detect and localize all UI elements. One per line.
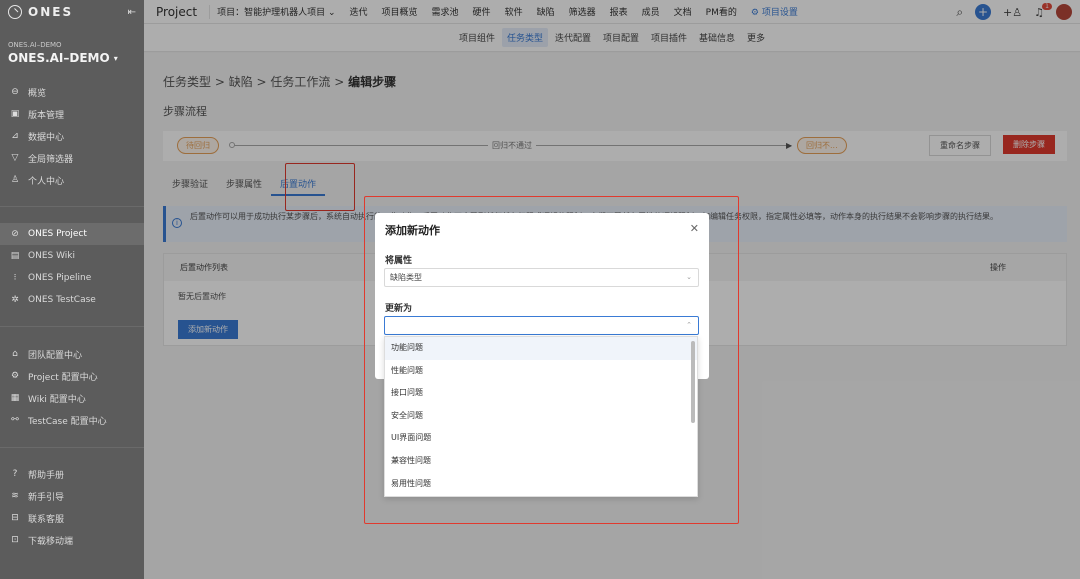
org-switcher[interactable]: ONES.AI–DEMO ▾ <box>0 49 144 67</box>
nav-item-ones-testcase[interactable]: ✲ ONES TestCase <box>0 289 144 311</box>
nav-group-help: ? 帮助手册 ≋ 新手引导 ⊟ 联系客服 ⊡ 下载移动端 <box>0 463 144 551</box>
user-icon: ♙ <box>10 175 20 185</box>
nav-group-config: ⌂ 团队配置中心 ⚙ Project 配置中心 ▦ Wiki 配置中心 ⚯ TestCa… <box>0 343 144 431</box>
version-icon: ▣ <box>10 109 20 119</box>
nav-item-personal[interactable]: ♙ 个人中心 <box>0 169 144 191</box>
divider <box>0 326 144 327</box>
nav-item-global-filter[interactable]: ▽ 全局筛选器 <box>0 147 144 169</box>
nav-item-version[interactable]: ▣ 版本管理 <box>0 103 144 125</box>
chart-icon: ⊿ <box>11 131 19 141</box>
gear-icon: ⚙ <box>10 371 20 381</box>
help-icon: ? <box>12 469 18 479</box>
nav-group-main: ⊖ 概览 ▣ 版本管理 ⊿ 数据中心 ▽ 全局筛选器 ♙ 个人中心 <box>0 81 144 191</box>
team-config-icon: ⌂ <box>12 349 18 359</box>
nav-item-ones-pipeline[interactable]: ⁝ ONES Pipeline <box>0 267 144 289</box>
sidebar: ONES ⇤ ONES.AI–DEMO ONES.AI–DEMO ▾ ⊖ 概览 ▣… <box>0 0 144 579</box>
download-icon: ⊡ <box>11 535 19 545</box>
nav-item-data-center[interactable]: ⊿ 数据中心 <box>0 125 144 147</box>
pipeline-icon: ⁝ <box>13 273 17 283</box>
nav-item-testcase-config[interactable]: ⚯ TestCase 配置中心 <box>0 409 144 431</box>
divider <box>0 206 144 207</box>
logo-text: ONES <box>28 5 74 19</box>
wiki-icon: ▤ <box>10 251 20 261</box>
ones-logo-icon <box>8 5 22 19</box>
wiki-config-icon: ▦ <box>10 393 20 403</box>
nav-item-ones-wiki[interactable]: ▤ ONES Wiki <box>0 245 144 267</box>
nav-item-project-config[interactable]: ⚙ Project 配置中心 <box>0 365 144 387</box>
overview-icon: ⊖ <box>11 87 19 97</box>
support-icon: ⊟ <box>11 513 19 523</box>
nav-item-help[interactable]: ? 帮助手册 <box>0 463 144 485</box>
nav-group-products: ⊘ ONES Project ▤ ONES Wiki ⁝ ONES Pipeline … <box>0 223 144 311</box>
nav-item-support[interactable]: ⊟ 联系客服 <box>0 507 144 529</box>
highlight-box-modal <box>364 196 739 524</box>
nav-item-wiki-config[interactable]: ▦ Wiki 配置中心 <box>0 387 144 409</box>
nav-item-guide[interactable]: ≋ 新手引导 <box>0 485 144 507</box>
collapse-sidebar-icon[interactable]: ⇤ <box>128 7 136 18</box>
project-icon: ⊘ <box>11 229 19 239</box>
divider <box>0 447 144 448</box>
logo-row: ONES ⇤ <box>0 0 144 24</box>
nav-item-download[interactable]: ⊡ 下载移动端 <box>0 529 144 551</box>
org-name: ONES.AI–DEMO <box>8 51 110 65</box>
nav-item-team-config[interactable]: ⌂ 团队配置中心 <box>0 343 144 365</box>
filter-icon: ▽ <box>11 153 19 163</box>
guide-icon: ≋ <box>11 491 19 501</box>
testcase-config-icon: ⚯ <box>11 415 19 425</box>
chevron-down-icon: ▾ <box>113 53 118 63</box>
org-small: ONES.AI–DEMO <box>8 41 62 49</box>
testcase-icon: ✲ <box>11 295 19 305</box>
nav-item-overview[interactable]: ⊖ 概览 <box>0 81 144 103</box>
nav-item-ones-project[interactable]: ⊘ ONES Project <box>0 223 144 245</box>
